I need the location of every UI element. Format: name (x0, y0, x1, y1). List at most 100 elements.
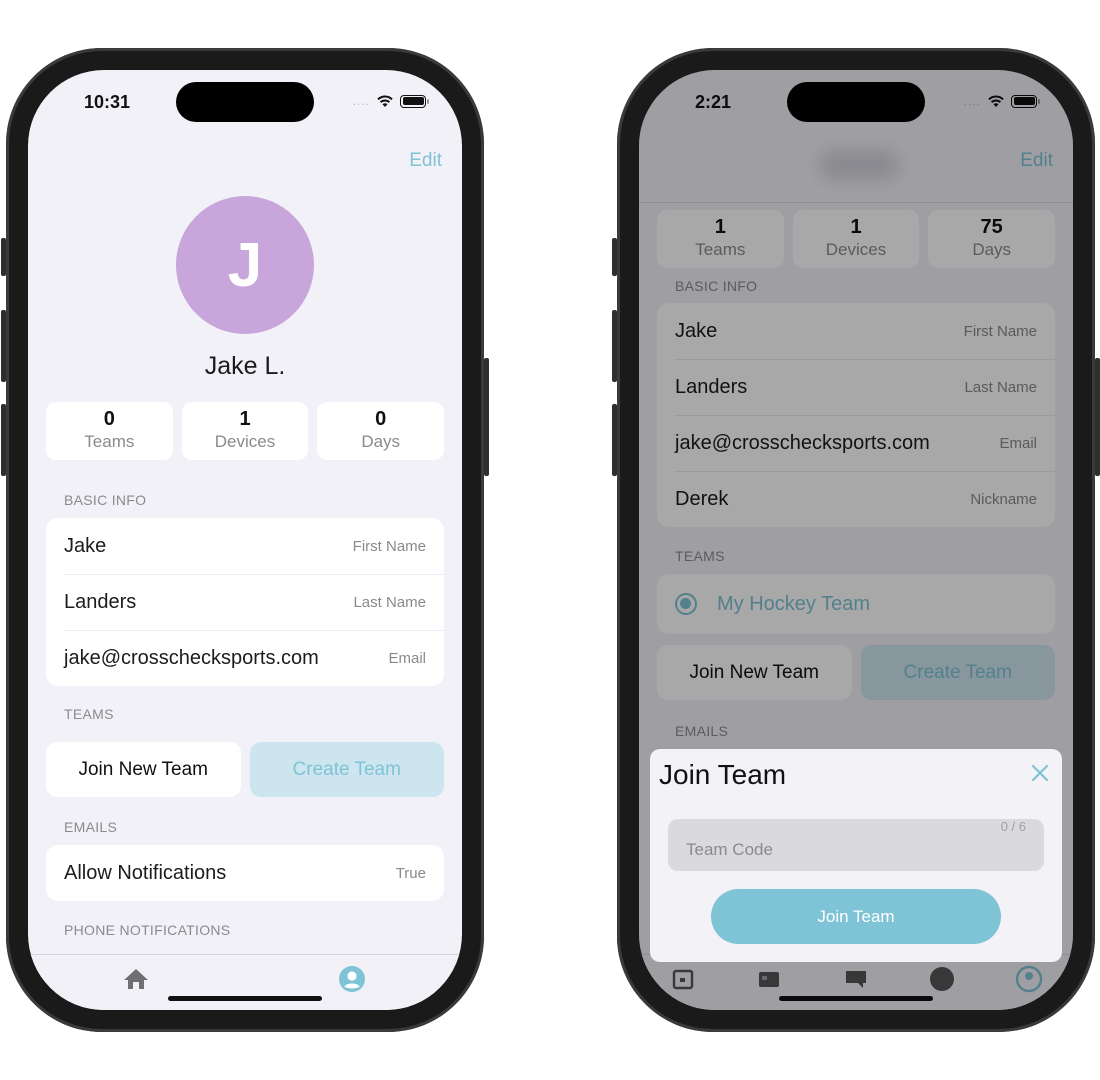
email-value: jake@crosschecksports.com (675, 431, 930, 454)
calendar-icon (672, 969, 694, 990)
close-icon (1031, 764, 1049, 782)
action-button (1, 238, 6, 276)
join-team-sheet: Join Team 0 / 6 Join Team (650, 749, 1062, 962)
profile-icon (339, 966, 365, 992)
action-button (612, 238, 617, 276)
status-icons: .... (353, 94, 429, 108)
profile-screen: 10:31 .... Edit J Jake L. 0 Teams 1 Devi… (28, 70, 462, 1010)
email-row[interactable]: jake@crosschecksports.com Email (46, 630, 444, 686)
status-bar: 10:31 .... (28, 70, 462, 130)
battery-icon (400, 94, 429, 108)
stat-label: Teams (695, 240, 746, 259)
tab-home[interactable] (122, 965, 150, 993)
volume-up-button (1, 310, 6, 382)
last-name-label: Last Name (353, 593, 426, 611)
stat-days: 75 Days (928, 210, 1056, 268)
team-icon (930, 967, 954, 991)
nickname-row[interactable]: Derek Nickname (657, 471, 1055, 527)
team-code-input[interactable] (668, 819, 1044, 871)
avatar[interactable]: J (176, 196, 314, 334)
email-value: jake@crosschecksports.com (64, 646, 319, 669)
section-header-basic-info: BASIC INFO (64, 492, 147, 508)
stat-value: 0 (103, 408, 115, 430)
phone-frame-left: 10:31 .... Edit J Jake L. 0 Teams 1 Devi… (1, 48, 489, 1032)
section-header-emails: EMAILS (675, 723, 729, 739)
email-row[interactable]: jake@crosschecksports.com Email (657, 415, 1055, 471)
tab-profile[interactable] (1015, 965, 1043, 993)
section-header-emails: EMAILS (64, 819, 118, 835)
section-header-phone-notifications: PHONE NOTIFICATIONS (64, 922, 231, 938)
join-new-team-button[interactable]: Join New Team (46, 742, 241, 797)
last-name-row[interactable]: Landers Last Name (657, 359, 1055, 415)
last-name-value: Landers (675, 375, 748, 398)
tab-roster[interactable] (755, 965, 783, 993)
team-actions: Join New Team Create Team (46, 742, 444, 797)
create-team-button[interactable]: Create Team (860, 645, 1055, 700)
stat-value: 1 (239, 408, 251, 430)
emails-card: Allow Notifications True (46, 845, 444, 901)
allow-notifications-row[interactable]: Allow Notifications True (46, 845, 444, 901)
status-time: 10:31 (84, 92, 131, 112)
status-icons: .... (964, 94, 1040, 108)
home-indicator[interactable] (779, 996, 933, 1001)
profile-icon (1015, 965, 1043, 993)
basic-info-card: Jake First Name Landers Last Name jake@c… (657, 303, 1055, 527)
team-actions: Join New Team Create Team (657, 645, 1055, 700)
tab-bar (28, 954, 462, 1010)
edit-button[interactable]: Edit (409, 150, 442, 172)
dynamic-island (787, 82, 925, 122)
stat-label: Days (972, 240, 1012, 259)
chat-icon (846, 971, 866, 988)
team-code-field[interactable]: 0 / 6 (668, 819, 1044, 871)
tab-chat[interactable] (842, 965, 870, 993)
first-name-row[interactable]: Jake First Name (657, 303, 1055, 359)
section-header-teams: TEAMS (675, 548, 725, 564)
first-name-label: First Name (963, 322, 1037, 340)
nickname-value: Derek (675, 487, 729, 510)
first-name-label: First Name (352, 537, 426, 555)
stat-label: Days (361, 432, 401, 451)
tab-team[interactable] (928, 965, 956, 993)
email-label: Email (999, 434, 1037, 452)
display-name: Jake L. (204, 352, 286, 380)
volume-down-button (1, 404, 6, 476)
nav-title-blurred (819, 150, 899, 180)
wifi-icon (377, 95, 393, 107)
create-team-button[interactable]: Create Team (249, 742, 444, 797)
power-button (484, 358, 489, 476)
section-header-teams: TEAMS (64, 706, 114, 722)
phone-frame-right: 2:21 .... Edit 1 Teams 1 Devices 75 Days (612, 48, 1100, 1032)
profile-screen-with-sheet: 2:21 .... Edit 1 Teams 1 Devices 75 Days (639, 70, 1073, 1010)
last-name-label: Last Name (964, 378, 1037, 396)
join-new-team-button[interactable]: Join New Team (657, 645, 852, 700)
first-name-row[interactable]: Jake First Name (46, 518, 444, 574)
stat-value: 1 (850, 216, 862, 238)
stats-row: 0 Teams 1 Devices 0 Days (46, 402, 445, 460)
character-count: 0 / 6 (1000, 819, 1026, 834)
stat-label: Teams (84, 432, 135, 451)
tab-calendar[interactable] (669, 965, 697, 993)
last-name-row[interactable]: Landers Last Name (46, 574, 444, 630)
join-team-submit-button[interactable]: Join Team (711, 889, 1001, 944)
edit-button[interactable]: Edit (1020, 150, 1053, 172)
section-header-basic-info: BASIC INFO (675, 278, 758, 294)
tab-bar (639, 954, 1073, 1010)
stat-value: 75 (980, 216, 1003, 238)
status-bar: 2:21 .... (639, 70, 1073, 130)
avatar-initial: J (227, 230, 263, 300)
stats-row: 1 Teams 1 Devices 75 Days (657, 210, 1056, 268)
stat-value: 1 (714, 216, 726, 238)
battery-icon (1011, 94, 1040, 108)
tab-profile[interactable] (338, 965, 366, 993)
first-name-value: Jake (675, 319, 718, 342)
team-item[interactable]: My Hockey Team (657, 574, 1055, 634)
radio-selected-icon[interactable] (675, 593, 697, 615)
close-button[interactable] (1030, 763, 1050, 783)
wifi-icon (988, 95, 1004, 107)
stat-label: Devices (214, 432, 276, 451)
home-indicator[interactable] (168, 996, 322, 1001)
home-icon (124, 969, 148, 989)
status-time: 2:21 (695, 92, 732, 112)
teams-card: My Hockey Team (657, 574, 1055, 634)
sheet-title: Join Team (659, 759, 787, 790)
